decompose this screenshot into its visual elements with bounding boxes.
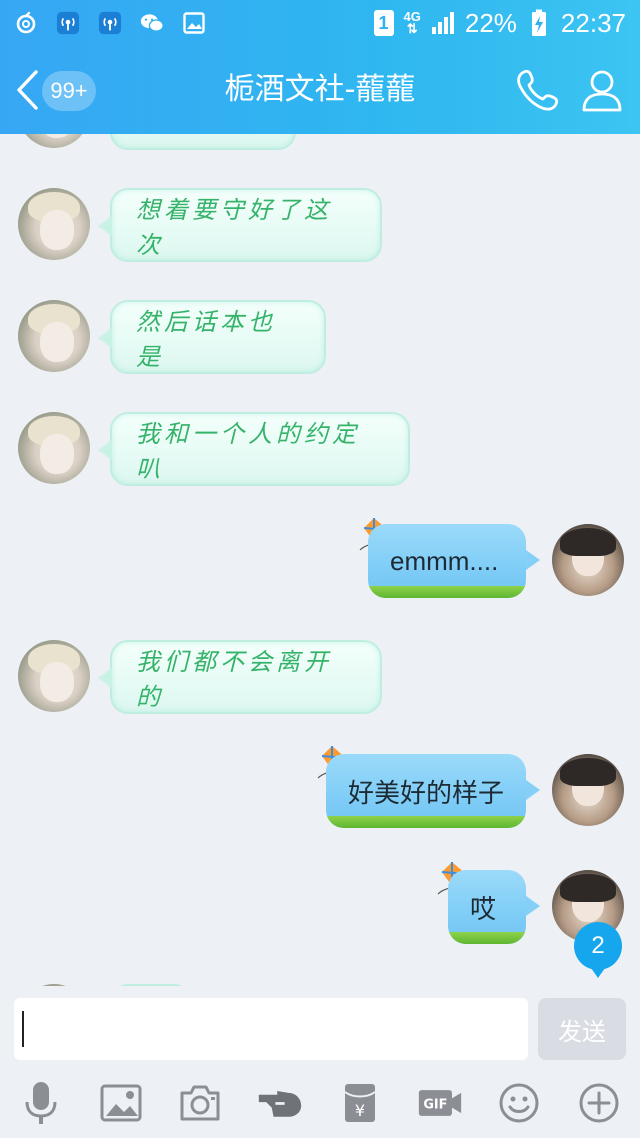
voice-button[interactable]: [18, 1080, 64, 1126]
sim-slot-badge: 1: [373, 10, 394, 36]
wechat-icon: [140, 11, 164, 35]
bubble-tail: [526, 896, 540, 916]
image-button[interactable]: [98, 1080, 144, 1126]
outgoing-message[interactable]: 哎: [448, 870, 526, 944]
chat-header: 99+ 栀酒文社-蘢蘢: [0, 46, 640, 134]
emoji-button[interactable]: [496, 1080, 542, 1126]
text-caret: [22, 1011, 24, 1047]
camera-button[interactable]: [177, 1080, 223, 1126]
incoming-message[interactable]: 想着要守好了这次: [98, 188, 382, 262]
signal-icon: [431, 11, 455, 35]
gif-icon: GIF: [418, 1090, 461, 1116]
bubble-tail: [526, 780, 540, 800]
netease-music-icon: [14, 11, 38, 35]
poke-button[interactable]: [257, 1080, 303, 1126]
red-packet-button[interactable]: ¥: [337, 1080, 383, 1126]
contact-avatar[interactable]: [18, 640, 90, 712]
svg-text:GIF: GIF: [423, 1098, 447, 1113]
chat-message-list[interactable]: 想着要守好了这次 然后话本也是 我和一个人的约定叭 emmm.... 我们都不会…: [0, 134, 640, 986]
more-button[interactable]: [576, 1080, 622, 1126]
my-avatar[interactable]: [552, 754, 624, 826]
hotspot-icon: [56, 11, 80, 35]
outgoing-message-text: emmm....: [390, 545, 499, 576]
emoji-icon: [499, 1083, 539, 1123]
back-button[interactable]: [10, 68, 44, 112]
message-input-row: 发送: [0, 986, 640, 1068]
incoming-message[interactable]: 然后话本也是: [98, 300, 326, 374]
new-messages-badge[interactable]: 2: [574, 922, 622, 978]
chat-title: 栀酒文社-蘢蘢: [224, 72, 416, 107]
outgoing-message[interactable]: emmm....: [368, 524, 526, 598]
unread-count-badge[interactable]: 99+: [42, 71, 96, 111]
poke-hand-icon: [258, 1091, 302, 1117]
battery-charging-icon: [527, 9, 551, 36]
camera-icon: [180, 1085, 220, 1121]
contact-avatar[interactable]: [18, 188, 90, 260]
svg-text:¥: ¥: [355, 1101, 365, 1120]
red-packet-icon: ¥: [344, 1084, 376, 1122]
profile-button[interactable]: [578, 66, 626, 114]
battery-percent: 22%: [464, 7, 517, 38]
chat-toolbar: ¥ GIF: [0, 1068, 640, 1138]
message-input[interactable]: [14, 998, 528, 1060]
call-button[interactable]: [514, 66, 562, 114]
microphone-icon: [25, 1082, 57, 1124]
plus-icon: [579, 1083, 619, 1123]
chevron-left-icon: [17, 70, 38, 110]
outgoing-message-text: 哎: [470, 893, 497, 924]
status-bar: 1 4G ⇅ 22% 22:37: [0, 0, 640, 46]
user-icon: [582, 70, 622, 112]
message-bubble-partial: [110, 134, 296, 150]
outgoing-message-text: 好美好的样子: [348, 777, 505, 808]
gif-button[interactable]: GIF: [417, 1080, 463, 1126]
network-type: 4G ⇅: [403, 9, 421, 36]
bubble-tail: [526, 550, 540, 570]
clock: 22:37: [560, 7, 626, 38]
incoming-message[interactable]: 我们都不会离开的: [98, 640, 382, 714]
phone-icon: [517, 69, 559, 111]
hotspot-icon: [98, 11, 122, 35]
image-icon: [100, 1084, 142, 1122]
contact-avatar[interactable]: [18, 412, 90, 484]
incoming-message[interactable]: 我和一个人的约定叭: [98, 412, 410, 486]
contact-avatar[interactable]: [18, 134, 90, 148]
contact-avatar[interactable]: [18, 300, 90, 372]
my-avatar[interactable]: [552, 524, 624, 596]
outgoing-message[interactable]: 好美好的样子: [326, 754, 526, 828]
gallery-icon: [182, 11, 206, 35]
send-button[interactable]: 发送: [538, 998, 626, 1060]
